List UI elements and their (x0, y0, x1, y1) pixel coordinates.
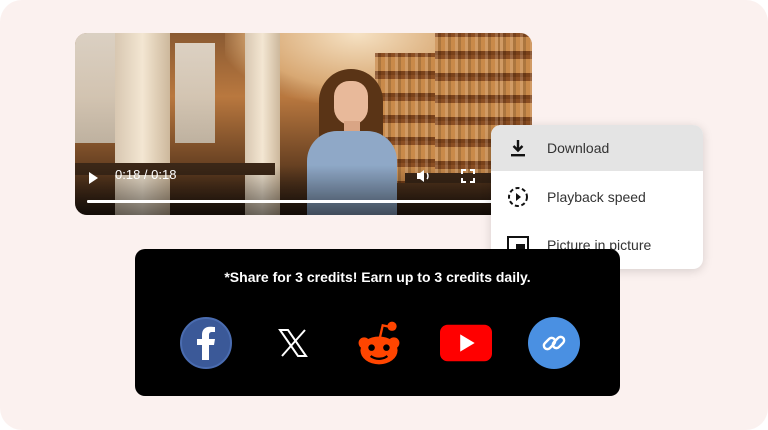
menu-item-label: Download (547, 140, 610, 156)
share-credits-text: *Share for 3 credits! Earn up to 3 credi… (224, 269, 531, 285)
progress-fill (87, 200, 512, 203)
reddit-share-button[interactable] (353, 317, 405, 369)
menu-item-playback-speed[interactable]: Playback speed (491, 174, 703, 220)
playback-speed-icon (507, 186, 529, 208)
share-panel: *Share for 3 credits! Earn up to 3 credi… (135, 249, 620, 396)
time-display: 0:18 / 0:18 (115, 167, 177, 182)
play-icon[interactable] (89, 172, 98, 184)
youtube-icon (440, 324, 492, 362)
menu-item-download[interactable]: Download (491, 125, 703, 171)
copy-link-button[interactable] (528, 317, 580, 369)
volume-icon[interactable] (416, 168, 432, 184)
progress-bar[interactable] (87, 200, 512, 203)
x-share-button[interactable] (267, 317, 319, 369)
content-card: 0:18 / 0:18 Download Playback speed Pict… (0, 0, 768, 430)
facebook-icon (197, 326, 215, 360)
link-icon (542, 335, 566, 351)
fullscreen-icon[interactable] (461, 169, 475, 183)
player-options-menu: Download Playback speed Picture in pictu… (491, 125, 703, 269)
menu-item-label: Playback speed (547, 189, 646, 205)
x-icon (278, 329, 308, 357)
video-player[interactable]: 0:18 / 0:18 (75, 33, 532, 215)
facebook-share-button[interactable] (180, 317, 232, 369)
reddit-icon (358, 321, 400, 365)
download-icon (507, 137, 529, 159)
youtube-share-button[interactable] (440, 317, 492, 369)
